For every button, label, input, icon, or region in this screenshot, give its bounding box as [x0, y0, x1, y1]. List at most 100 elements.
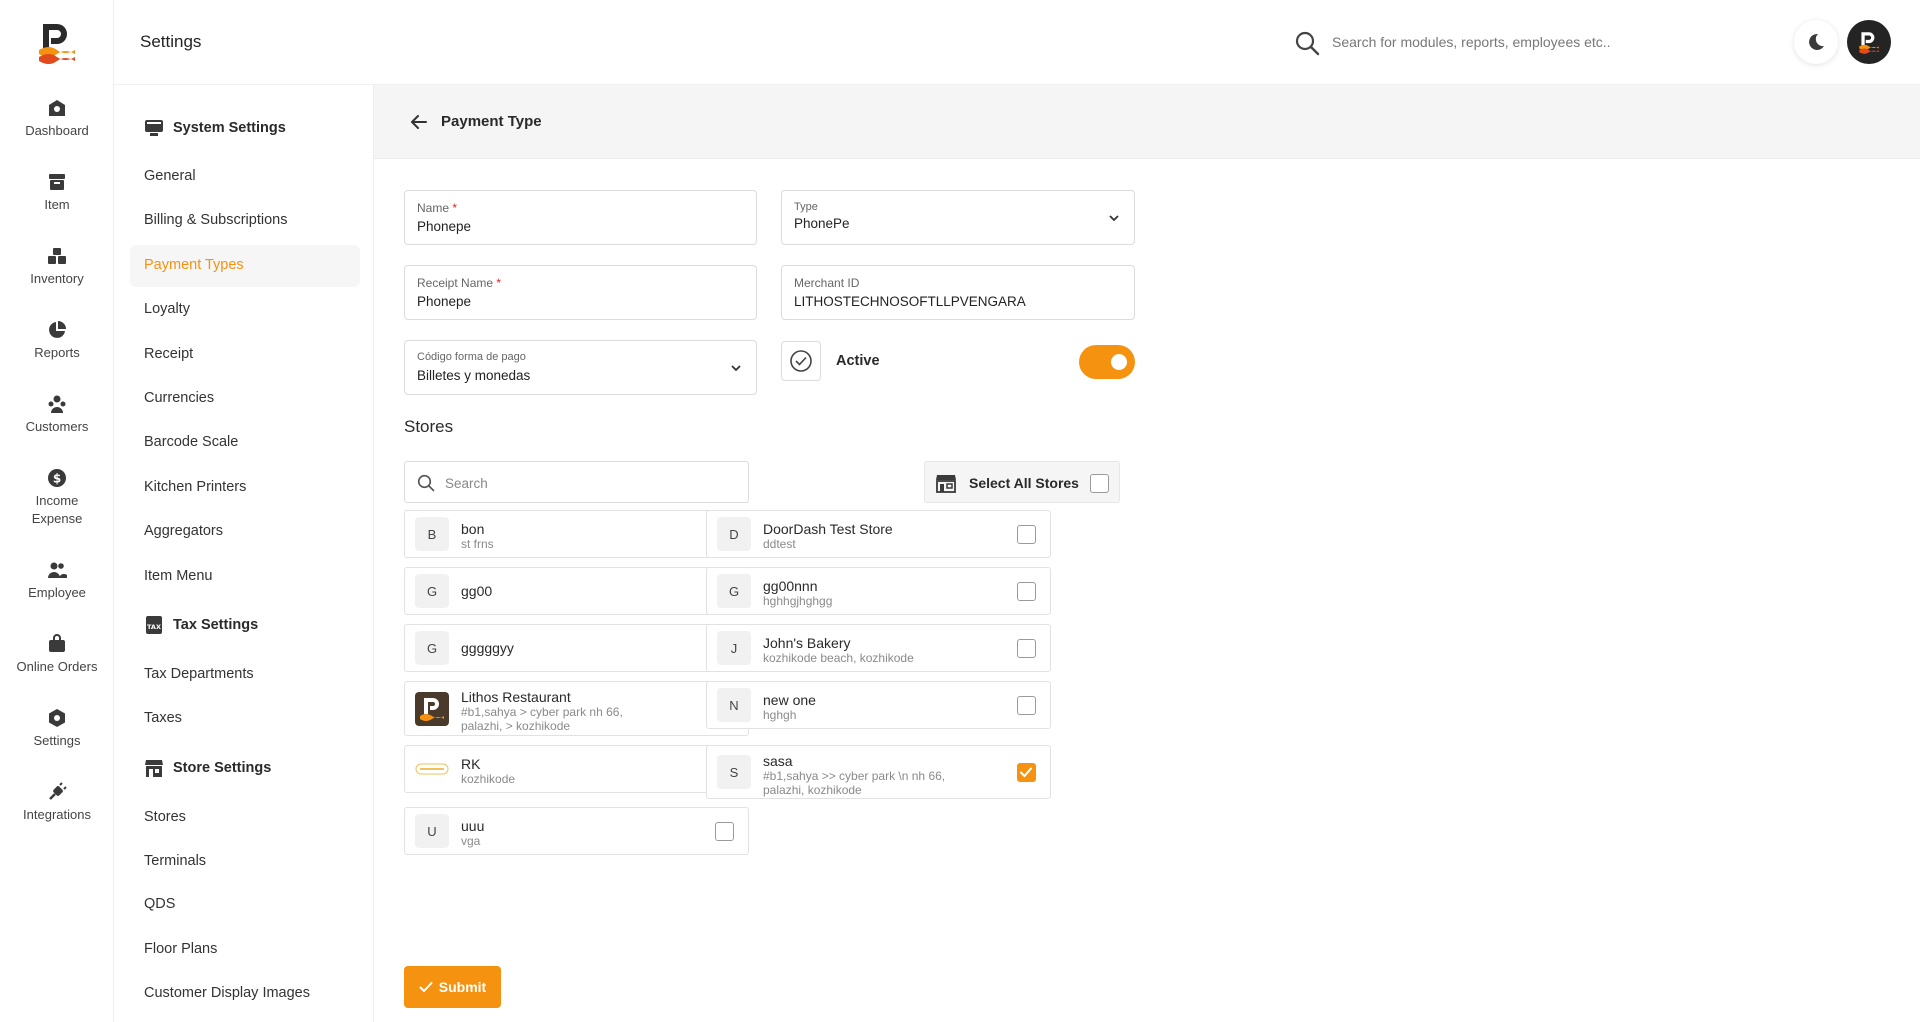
nav-taxes[interactable]: Taxes: [144, 710, 182, 726]
user-avatar[interactable]: [1847, 20, 1891, 64]
rail-label: Reports: [34, 345, 80, 360]
name-field[interactable]: Name * Phonepe: [404, 190, 757, 245]
rail-label: Income Expense: [31, 493, 83, 526]
nav-kitchen-printers[interactable]: Kitchen Printers: [144, 479, 246, 495]
store-name: Lithos Restaurant: [461, 689, 571, 705]
nav-currencies[interactable]: Currencies: [144, 390, 214, 406]
rail-item-customers[interactable]: Customers: [0, 394, 114, 436]
svg-text:$: $: [53, 472, 61, 486]
rail-item-integrations[interactable]: Integrations: [0, 782, 114, 824]
online-orders-icon: [49, 634, 65, 652]
svg-text:TAX: TAX: [147, 623, 161, 631]
content-header: Payment Type: [374, 85, 1920, 159]
codigo-forma-pago-select[interactable]: Código forma de pago Billetes y monedas: [404, 340, 757, 395]
store-avatar: G: [415, 574, 449, 608]
store-name: bon: [461, 521, 485, 537]
store-address: kozhikode beach, kozhikode: [763, 651, 914, 665]
nav-stores[interactable]: Stores: [144, 809, 186, 825]
store-avatar: U: [415, 814, 449, 848]
section-tax-settings: TAX Tax Settings: [144, 615, 258, 635]
submit-button[interactable]: Submit: [404, 966, 501, 1008]
top-header: Settings Search for modules, reports, em…: [114, 0, 1920, 85]
rail-item-employee[interactable]: Employee: [0, 560, 114, 602]
settings-icon: [49, 709, 65, 727]
nav-floor-plans[interactable]: Floor Plans: [144, 941, 217, 957]
store-name: John's Bakery: [763, 635, 851, 651]
chevron-down-icon: [731, 365, 741, 372]
avatar-logo-icon: [1859, 32, 1879, 54]
nav-aggregators[interactable]: Aggregators: [144, 523, 223, 539]
store-checkbox[interactable]: [1017, 638, 1036, 658]
integrations-icon: [49, 782, 67, 800]
store-checkbox[interactable]: [1017, 762, 1036, 782]
nav-general[interactable]: General: [144, 168, 196, 184]
store-card[interactable]: Ggggggyy: [404, 624, 749, 672]
nav-receipt[interactable]: Receipt: [144, 346, 193, 362]
select-all-checkbox[interactable]: [1090, 474, 1109, 493]
form-title: Payment Type: [441, 113, 542, 130]
dark-mode-toggle[interactable]: [1794, 20, 1838, 64]
search-icon[interactable]: [1294, 30, 1320, 56]
select-all-stores[interactable]: Select All Stores: [924, 461, 1120, 503]
store-card[interactable]: Ggg00: [404, 567, 749, 615]
type-select[interactable]: Type PhonePe: [781, 190, 1135, 245]
store-name: new one: [763, 692, 816, 708]
name-label: Name *: [417, 201, 458, 215]
reports-pie-icon: [49, 321, 66, 338]
rail-label: Employee: [28, 585, 86, 600]
merchant-id-field[interactable]: Merchant ID LITHOSTECHNOSOFTLLPVENGARA: [781, 265, 1135, 320]
merchant-id-label: Merchant ID: [794, 276, 860, 290]
rail-item-reports[interactable]: Reports: [0, 320, 114, 362]
global-search-input[interactable]: Search for modules, reports, employees e…: [1332, 34, 1611, 50]
moon-icon: [1809, 33, 1824, 50]
store-card[interactable]: D DoorDash Test Store ddtest: [706, 510, 1051, 558]
brand-logo-icon[interactable]: [33, 18, 81, 66]
store-card[interactable]: RK kozhikode: [404, 745, 749, 793]
rail-item-dashboard[interactable]: Dashboard: [0, 98, 114, 140]
nav-barcode-scale[interactable]: Barcode Scale: [144, 434, 238, 450]
store-card[interactable]: Lithos Restaurant #b1,sahya > cyber park …: [404, 681, 749, 736]
store-name: gggggyy: [461, 640, 514, 656]
store-address: #b1,sahya > cyber park nh 66, palazhi, >…: [461, 705, 623, 733]
store-search-input[interactable]: [445, 470, 735, 496]
nav-customer-display-images[interactable]: Customer Display Images: [144, 985, 310, 1001]
nav-tax-departments[interactable]: Tax Departments: [144, 666, 254, 682]
nav-item-menu[interactable]: Item Menu: [144, 568, 213, 584]
rail-item-inventory[interactable]: Inventory: [0, 246, 114, 288]
active-toggle[interactable]: [1079, 345, 1135, 379]
store-avatar: J: [717, 631, 751, 665]
store-card[interactable]: J John's Bakery kozhikode beach, kozhikode: [706, 624, 1051, 672]
rail-item-income-expense[interactable]: $ Income Expense: [0, 468, 114, 528]
rail-item-settings[interactable]: Settings: [0, 708, 114, 750]
rail-label: Dashboard: [25, 123, 89, 138]
back-arrow-icon[interactable]: [410, 113, 428, 131]
store-name: sasa: [763, 753, 793, 769]
receipt-name-field[interactable]: Receipt Name * Phonepe: [404, 265, 757, 320]
store-name: DoorDash Test Store: [763, 521, 893, 537]
rail-item-item[interactable]: Item: [0, 172, 114, 214]
side-rail: Dashboard Item Inventory Reports Custome…: [0, 0, 114, 1022]
active-status-indicator: [781, 341, 821, 381]
store-checkbox[interactable]: [715, 821, 734, 841]
store-icon: [145, 760, 163, 777]
rail-item-online-orders[interactable]: Online Orders: [0, 634, 114, 676]
nav-terminals[interactable]: Terminals: [144, 853, 206, 869]
store-checkbox[interactable]: [1017, 581, 1036, 601]
store-card[interactable]: Uuuu vga: [404, 807, 749, 855]
nav-payment-types[interactable]: Payment Types: [144, 257, 244, 273]
store-checkbox[interactable]: [1017, 524, 1036, 544]
section-store-settings: Store Settings: [144, 758, 271, 778]
codigo-label: Código forma de pago: [417, 351, 526, 363]
store-checkbox[interactable]: [1017, 695, 1036, 715]
store-card[interactable]: Ssasa #b1,sahya >> cyber park \n nh 66, p…: [706, 745, 1051, 799]
type-value: PhonePe: [794, 216, 850, 231]
nav-qds[interactable]: QDS: [144, 896, 175, 912]
store-card[interactable]: Bbon st frns: [404, 510, 749, 558]
store-card[interactable]: Nnew one hghgh: [706, 681, 1051, 729]
store-card[interactable]: Ggg00nnn hghhgjhghgg: [706, 567, 1051, 615]
nav-loyalty[interactable]: Loyalty: [144, 301, 190, 317]
store-avatar: N: [717, 688, 751, 722]
store-name: uuu: [461, 818, 485, 834]
store-address: hghhgjhghgg: [763, 594, 833, 608]
nav-billing[interactable]: Billing & Subscriptions: [144, 212, 287, 228]
